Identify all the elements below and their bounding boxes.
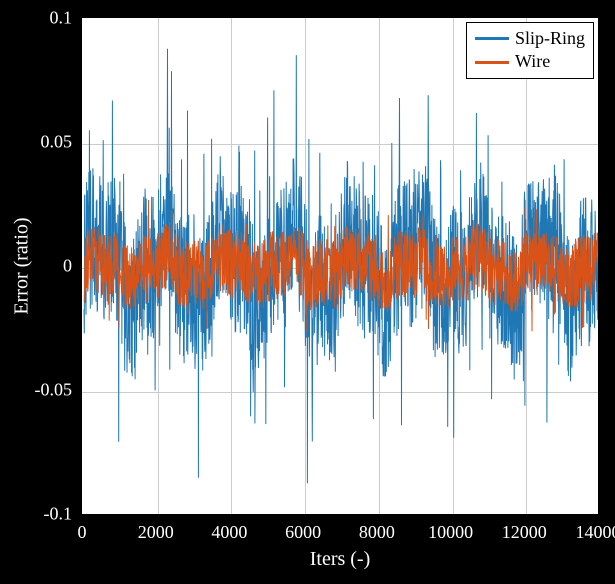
x-tick-label: 12000 [502,522,547,543]
legend-label: Slip-Ring [515,27,585,50]
x-tick-label: 2000 [138,522,174,543]
y-tick-label: 0.1 [50,8,73,29]
legend: Slip-Ring Wire [466,22,594,79]
legend-swatch-icon [475,61,509,64]
x-tick-label: 8000 [359,522,395,543]
y-axis-label: Error (ratio) [11,217,34,314]
x-tick-label: 10000 [428,522,473,543]
x-tick-label: 14000 [576,522,615,543]
y-tick-label: 0.05 [41,132,73,153]
x-axis-label: Iters (-) [310,548,371,571]
y-tick-label: -0.05 [35,380,73,401]
legend-swatch-icon [475,37,509,40]
y-tick-label: 0 [63,256,72,277]
chart-container: Iters (-) Error (ratio) Slip-Ring Wire 0… [0,0,615,584]
y-tick-label: -0.1 [44,504,73,525]
x-tick-label: 4000 [211,522,247,543]
legend-item: Wire [475,50,585,73]
x-tick-label: 0 [78,522,87,543]
signal-canvas [82,18,600,516]
x-tick-label: 6000 [285,522,321,543]
legend-item: Slip-Ring [475,27,585,50]
legend-label: Wire [515,50,550,73]
plot-area [80,16,600,516]
